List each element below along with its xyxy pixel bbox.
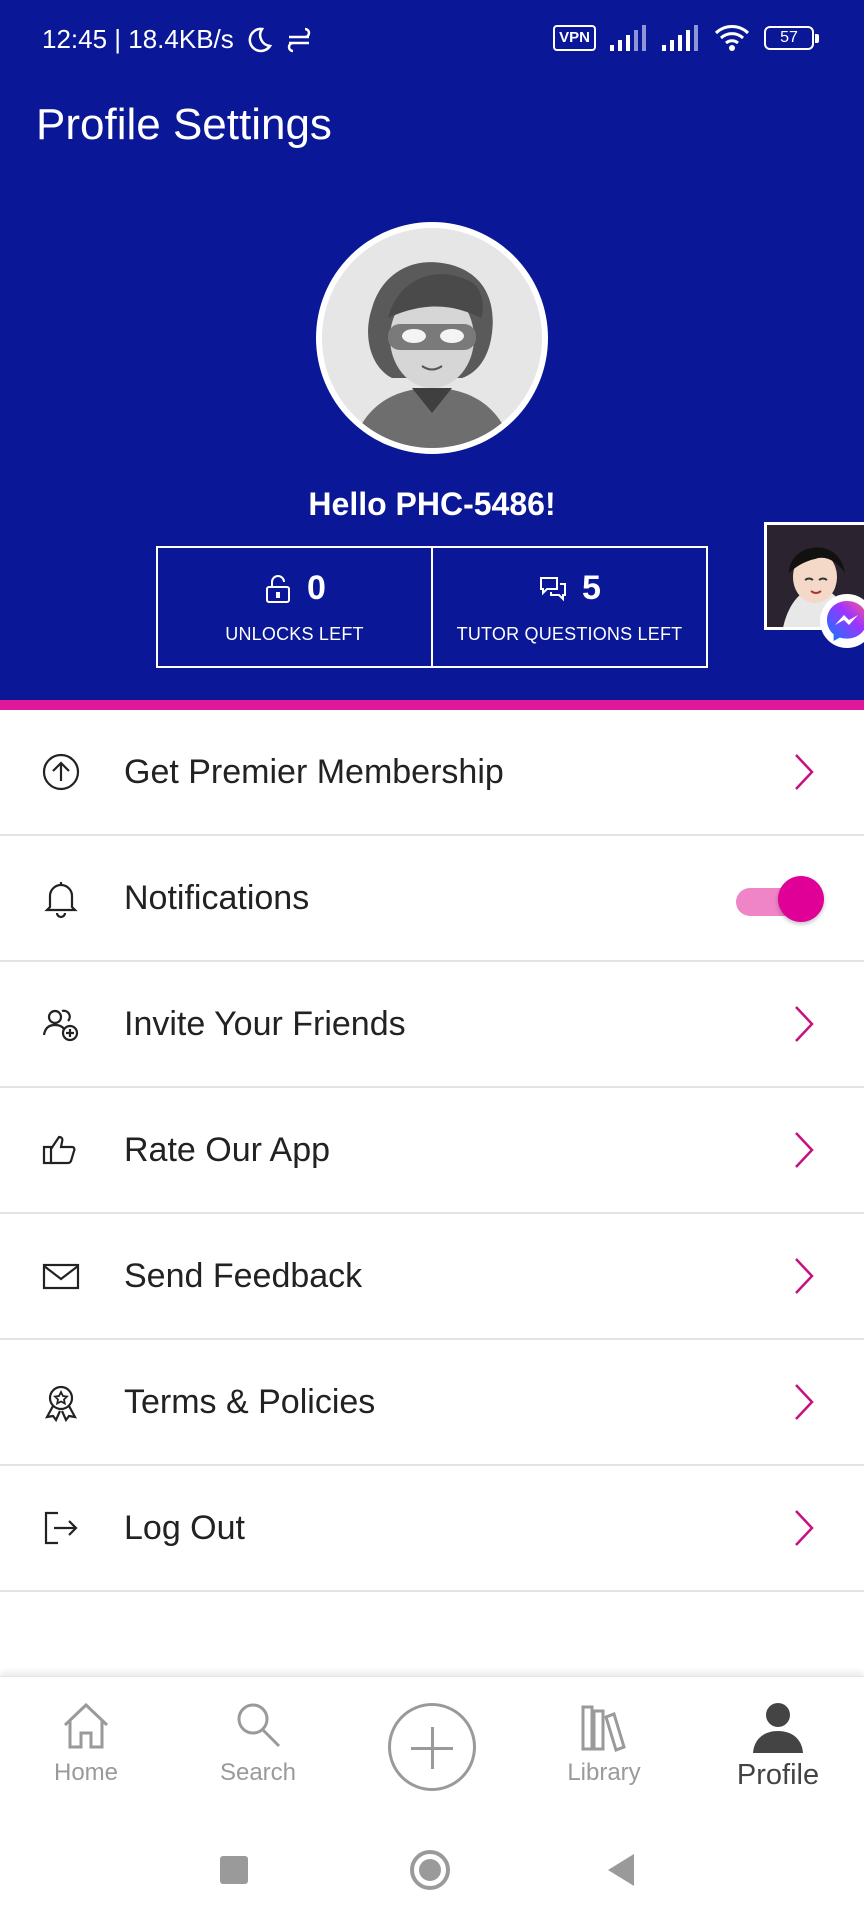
nav-profile[interactable]: Profile [692, 1677, 864, 1821]
status-bar: 12:45 | 18.4KB/s VPN 57 [0, 0, 864, 78]
logout-icon [44, 1511, 78, 1545]
nav-home[interactable]: Home [0, 1677, 172, 1821]
unlocks-label: UNLOCKS LEFT [225, 624, 364, 644]
bottom-navigation: Home Search Library Profile [0, 1676, 864, 1820]
add-button[interactable] [388, 1703, 476, 1791]
chevron-right-icon [795, 1006, 814, 1042]
back-button[interactable] [608, 1854, 634, 1886]
bell-icon [44, 882, 78, 919]
menu-item-terms-policies[interactable]: Terms & Policies [0, 1340, 864, 1466]
menu-item-label: Terms & Policies [124, 1382, 376, 1421]
menu-item-notifications[interactable]: Notifications [0, 836, 864, 962]
menu-item-rate-app[interactable]: Rate Our App [0, 1088, 864, 1214]
chevron-right-icon [795, 754, 814, 790]
nav-label: Profile [736, 1759, 820, 1791]
notifications-toggle[interactable] [732, 874, 824, 922]
moon-icon [248, 27, 272, 52]
chat-icon [540, 576, 567, 601]
menu-item-premier-membership[interactable]: Get Premier Membership [0, 710, 864, 836]
nav-label: Library [567, 1759, 641, 1786]
menu-item-label: Send Feedback [124, 1256, 363, 1295]
status-right: VPN 57 [553, 24, 819, 52]
status-left: 12:45 | 18.4KB/s [42, 24, 314, 55]
nav-library[interactable]: Library [518, 1677, 690, 1821]
award-ribbon-icon [44, 1385, 78, 1423]
tutor-questions-label: TUTOR QUESTIONS LEFT [456, 624, 683, 644]
avatar-illustration [322, 228, 542, 448]
messenger-icon [820, 594, 864, 648]
header-divider [0, 700, 864, 710]
home-icon [63, 1702, 109, 1749]
greeting: Hello PHC-5486! [308, 486, 556, 522]
menu-item-label: Invite Your Friends [124, 1004, 406, 1043]
stat-unlocks: 0 UNLOCKS LEFT [158, 548, 431, 666]
signal-icon [610, 25, 646, 51]
stat-tutor-questions: 5 TUTOR QUESTIONS LEFT [431, 548, 706, 666]
library-icon [581, 1705, 626, 1752]
battery-indicator: 57 [764, 26, 819, 50]
chevron-right-icon [795, 1132, 814, 1168]
menu-item-label: Notifications [124, 878, 310, 917]
menu-item-label: Get Premier Membership [124, 752, 504, 791]
unlocks-value: 0 [307, 569, 326, 607]
wifi-icon [714, 25, 750, 51]
nav-label: Search [219, 1759, 297, 1786]
profile-icon [753, 1703, 803, 1753]
thumbs-up-icon [42, 1135, 76, 1165]
menu-item-send-feedback[interactable]: Send Feedback [0, 1214, 864, 1340]
chevron-right-icon [795, 1510, 814, 1546]
chevron-right-icon [795, 1258, 814, 1294]
menu-item-log-out[interactable]: Log Out [0, 1466, 864, 1592]
app-bar: Profile Settings [0, 78, 864, 188]
nav-search[interactable]: Search [172, 1677, 344, 1821]
settings-menu: Get Premier Membership Notifications Inv… [0, 710, 864, 1592]
usage-stats: 0 UNLOCKS LEFT 5 TUTOR QUESTIONS LEFT [156, 546, 708, 668]
nav-label: Home [53, 1759, 119, 1786]
unlock-icon [266, 574, 291, 603]
home-system-button[interactable] [410, 1850, 450, 1890]
chevron-right-icon [795, 1384, 814, 1420]
profile-header: Hello PHC-5486! 0 UNLOCKS LEFT 5 TUTOR Q… [0, 188, 864, 702]
envelope-icon [42, 1263, 80, 1290]
menu-item-label: Log Out [124, 1508, 245, 1547]
page-title: Profile Settings [36, 100, 332, 149]
avatar[interactable] [316, 222, 548, 454]
menu-item-label: Rate Our App [124, 1130, 331, 1169]
chat-head-bubble[interactable] [760, 522, 864, 648]
recents-button[interactable] [220, 1856, 248, 1884]
add-friends-icon [42, 1009, 79, 1042]
search-icon [237, 1703, 281, 1748]
status-time-speed: 12:45 | 18.4KB/s [42, 24, 234, 54]
tutor-questions-value: 5 [582, 569, 601, 607]
data-saver-icon [287, 27, 311, 52]
toggle-thumb [778, 876, 824, 922]
menu-item-invite-friends[interactable]: Invite Your Friends [0, 962, 864, 1088]
vpn-badge: VPN [553, 25, 596, 51]
signal-icon [662, 25, 698, 51]
arrow-up-circle-icon [42, 753, 80, 791]
system-navigation-bar [0, 1820, 864, 1920]
